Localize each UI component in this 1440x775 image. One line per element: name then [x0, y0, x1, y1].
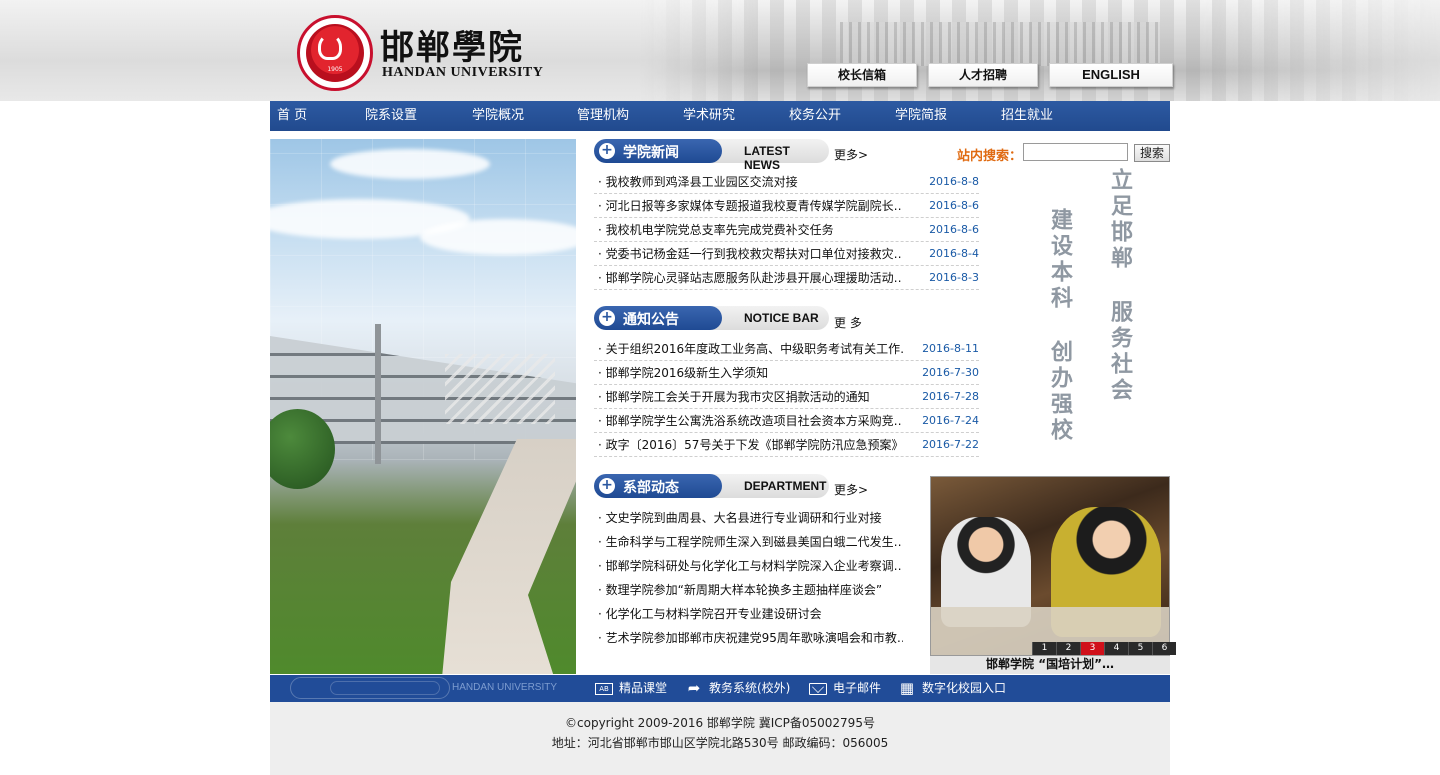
search-input[interactable] — [1023, 143, 1128, 161]
notice-item[interactable]: · 邯郸学院2016级新生入学须知 2016-7-30 — [594, 361, 979, 385]
footer-copyright: ©copyright 2009-2016 邯郸学院 冀ICP备05002795号 — [565, 716, 875, 730]
nav-overview[interactable]: 学院概况 — [472, 101, 524, 131]
plus-icon: + — [599, 143, 615, 159]
nav-departments[interactable]: 院系设置 — [365, 101, 417, 131]
notice-item[interactable]: · 邯郸学院学生公寓洗浴系统改造项目社会资本方采购竞… 2016-7-24 — [594, 409, 979, 433]
slogan-calligraphy-3: 建设本科 — [1047, 208, 1073, 312]
campus-photo — [270, 139, 576, 674]
slogan-calligraphy-2: 服务社会 — [1107, 300, 1133, 404]
slide-page-2[interactable]: 2 — [1056, 642, 1080, 655]
logo-year: 1905 — [327, 66, 343, 73]
department-item[interactable]: · 生命科学与工程学院师生深入到磁县美国白蛾二代发生… — [594, 530, 914, 554]
header-quick-links: 校长信箱 人才招聘 ENGLISH — [807, 63, 1173, 87]
search-label: 站内搜索： — [957, 149, 1023, 164]
site-header: 1905 邯郸學院 HANDAN UNIVERSITY 校长信箱 人才招聘 EN… — [0, 0, 1440, 101]
slogan-calligraphy-4: 创办强校 — [1047, 340, 1073, 444]
department-list: · 文史学院到曲周县、大名县进行专业调研和行业对接 · 生命科学与工程学院师生深… — [594, 506, 914, 650]
slide-page-6[interactable]: 6 — [1152, 642, 1176, 655]
slogan-calligraphy-1: 立足邯郸 — [1107, 168, 1133, 272]
university-logo[interactable]: 1905 — [297, 15, 373, 91]
recruitment-button[interactable]: 人才招聘 — [928, 63, 1038, 87]
arrow-icon: ➦ — [687, 678, 701, 697]
nav-admissions[interactable]: 招生就业 — [1001, 101, 1053, 131]
department-item[interactable]: · 艺术学院参加邯郸市庆祝建党95周年歌咏演唱会和市教… — [594, 626, 914, 650]
department-more-link[interactable]: 更多> — [834, 481, 868, 498]
notice-item[interactable]: · 邯郸学院工会关于开展为我市灾区捐款活动的通知 2016-7-28 — [594, 385, 979, 409]
notice-title-cn: 通知公告 — [623, 312, 679, 328]
department-item[interactable]: · 化学化工与材料学院召开专业建设研讨会 — [594, 602, 914, 626]
notice-item[interactable]: · 政字〔2016〕57号关于下发《邯郸学院防汛应急预案》… 2016-7-22 — [594, 433, 979, 457]
slide-page-4[interactable]: 4 — [1104, 642, 1128, 655]
university-name-en: HANDAN UNIVERSITY — [382, 65, 544, 80]
news-item[interactable]: · 河北日报等多家媒体专题报道我校夏青传媒学院副院长… 2016-8-6 — [594, 194, 979, 218]
plus-icon: + — [599, 478, 615, 494]
main-nav: 首 页 院系设置 学院概况 管理机构 学术研究 校务公开 学院简报 招生就业 — [270, 101, 1170, 131]
academic-system-link[interactable]: ➦ 教务系统(校外) — [685, 675, 791, 702]
logo-swan-icon — [318, 34, 342, 60]
mail-icon — [809, 682, 827, 695]
nav-research[interactable]: 学术研究 — [683, 101, 735, 131]
ab-icon: AB — [595, 682, 613, 695]
news-more-link[interactable]: 更多> — [834, 146, 868, 163]
slideshow-caption[interactable]: 邯郸学院 “国培计划”… — [930, 656, 1170, 674]
department-title-en: DEPARTMENT — [744, 479, 827, 493]
english-button[interactable]: ENGLISH — [1049, 63, 1173, 87]
department-item[interactable]: · 文史学院到曲周县、大名县进行专业调研和行业对接 — [594, 506, 914, 530]
nav-home[interactable]: 首 页 — [277, 101, 307, 131]
slide-page-1[interactable]: 1 — [1032, 642, 1056, 655]
nav-spacer — [270, 131, 1170, 139]
notice-list: · 关于组织2016年度政工业务高、中级职务考试有关工作… 2016-8-11 ·… — [594, 337, 979, 457]
university-name-cn: 邯郸學院 — [380, 28, 524, 68]
search-button[interactable]: 搜索 — [1134, 144, 1170, 162]
nav-administration[interactable]: 管理机构 — [577, 101, 629, 131]
nav-affairs[interactable]: 校务公开 — [789, 101, 841, 131]
department-item[interactable]: · 数理学院参加“新周期大样本轮换多主题抽样座谈会” — [594, 578, 914, 602]
news-item[interactable]: · 党委书记杨金廷一行到我校救灾帮扶对口单位对接救灾… 2016-8-4 — [594, 242, 979, 266]
quality-course-link[interactable]: AB 精品课堂 — [595, 675, 667, 702]
linkbar-brand: HANDAN UNIVERSITY — [452, 682, 558, 693]
notice-item[interactable]: · 关于组织2016年度政工业务高、中级职务考试有关工作… 2016-8-11 — [594, 337, 979, 361]
footer-address: 地址：河北省邯郸市邯山区学院北路530号 邮政编码：056005 — [551, 736, 889, 750]
slideshow-pager: 1 2 3 4 5 6 — [1032, 642, 1176, 655]
news-section-header: + 学院新闻 LATEST NEWS 更多> — [594, 139, 868, 172]
news-title-cn: 学院新闻 — [623, 145, 679, 161]
grid-icon: ▦ — [899, 678, 915, 697]
notice-title-en: NOTICE BAR — [744, 311, 819, 325]
department-title-cn: 系部动态 — [623, 480, 679, 496]
digital-campus-link[interactable]: ▦ 数字化校园入口 — [898, 675, 1006, 702]
president-mailbox-button[interactable]: 校长信箱 — [807, 63, 917, 87]
news-title-en: LATEST NEWS — [744, 144, 790, 172]
slideshow-image[interactable] — [930, 476, 1170, 656]
email-link[interactable]: 电子邮件 — [809, 675, 881, 702]
notice-more-link[interactable]: 更 多 — [834, 314, 862, 331]
slide-page-3[interactable]: 3 — [1080, 642, 1104, 655]
quick-link-bar: HANDAN UNIVERSITY AB 精品课堂 ➦ 教务系统(校外) 电子邮… — [270, 675, 1170, 702]
site-footer: ©copyright 2009-2016 邯郸学院 冀ICP备05002795号… — [270, 702, 1170, 775]
news-item[interactable]: · 我校机电学院党总支率先完成党费补交任务 2016-8-6 — [594, 218, 979, 242]
department-item[interactable]: · 邯郸学院科研处与化学化工与材料学院深入企业考察调… — [594, 554, 914, 578]
notice-section-header: + 通知公告 NOTICE BAR 更 多 — [594, 306, 862, 330]
plus-icon: + — [599, 310, 615, 326]
news-list: · 我校教师到鸡泽县工业园区交流对接 2016-8-8 · 河北日报等多家媒体专题… — [594, 170, 979, 290]
slide-page-5[interactable]: 5 — [1128, 642, 1152, 655]
news-item[interactable]: · 我校教师到鸡泽县工业园区交流对接 2016-8-8 — [594, 170, 979, 194]
nav-briefing[interactable]: 学院简报 — [895, 101, 947, 131]
department-section-header: + 系部动态 DEPARTMENT 更多> — [594, 474, 868, 498]
news-item[interactable]: · 邯郸学院心灵驿站志愿服务队赴涉县开展心理援助活动… 2016-8-3 — [594, 266, 979, 290]
